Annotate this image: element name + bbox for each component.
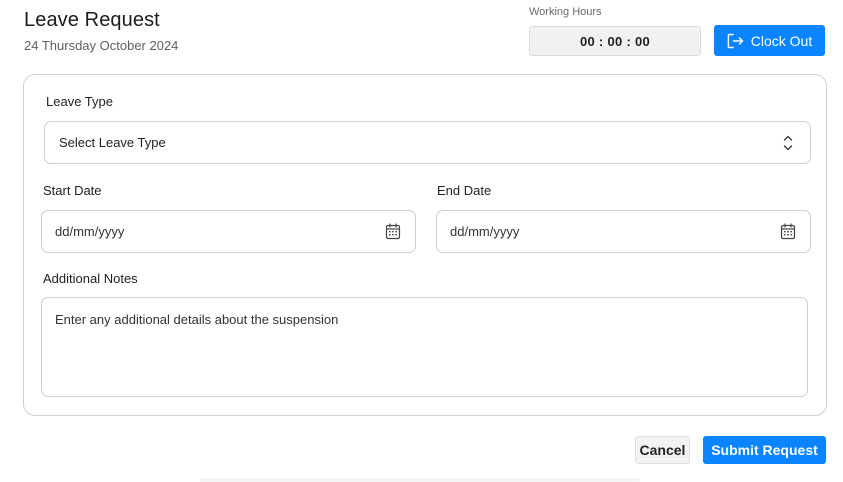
submit-request-button[interactable]: Submit Request — [703, 436, 826, 464]
leave-type-value: Select Leave Type — [59, 135, 166, 150]
additional-notes-textarea[interactable]: Enter any additional details about the s… — [41, 297, 808, 397]
start-date-label: Start Date — [43, 183, 102, 198]
working-hours-label: Working Hours — [529, 6, 602, 18]
clock-out-label: Clock Out — [750, 32, 813, 49]
end-date-input[interactable]: dd/mm/yyyy — [436, 210, 811, 253]
page-title: Leave Request — [24, 9, 160, 31]
end-date-placeholder: dd/mm/yyyy — [450, 224, 520, 239]
page-date: 24 Thursday October 2024 — [24, 38, 179, 53]
additional-notes-label: Additional Notes — [43, 271, 138, 286]
calendar-icon[interactable] — [780, 223, 796, 243]
start-date-placeholder: dd/mm/yyyy — [55, 224, 125, 239]
cancel-button[interactable]: Cancel — [635, 436, 690, 464]
leave-type-label: Leave Type — [46, 94, 113, 109]
end-date-label: End Date — [437, 183, 492, 198]
calendar-icon[interactable] — [385, 223, 401, 243]
leave-type-select[interactable]: Select Leave Type — [44, 121, 811, 164]
start-date-input[interactable]: dd/mm/yyyy — [41, 210, 416, 253]
additional-notes-placeholder: Enter any additional details about the s… — [55, 312, 339, 327]
logout-icon — [727, 33, 744, 49]
clock-out-button[interactable]: Clock Out — [714, 25, 825, 56]
chevron-up-down-icon — [782, 133, 794, 156]
working-hours-timer: 00 : 00 : 00 — [529, 26, 701, 56]
